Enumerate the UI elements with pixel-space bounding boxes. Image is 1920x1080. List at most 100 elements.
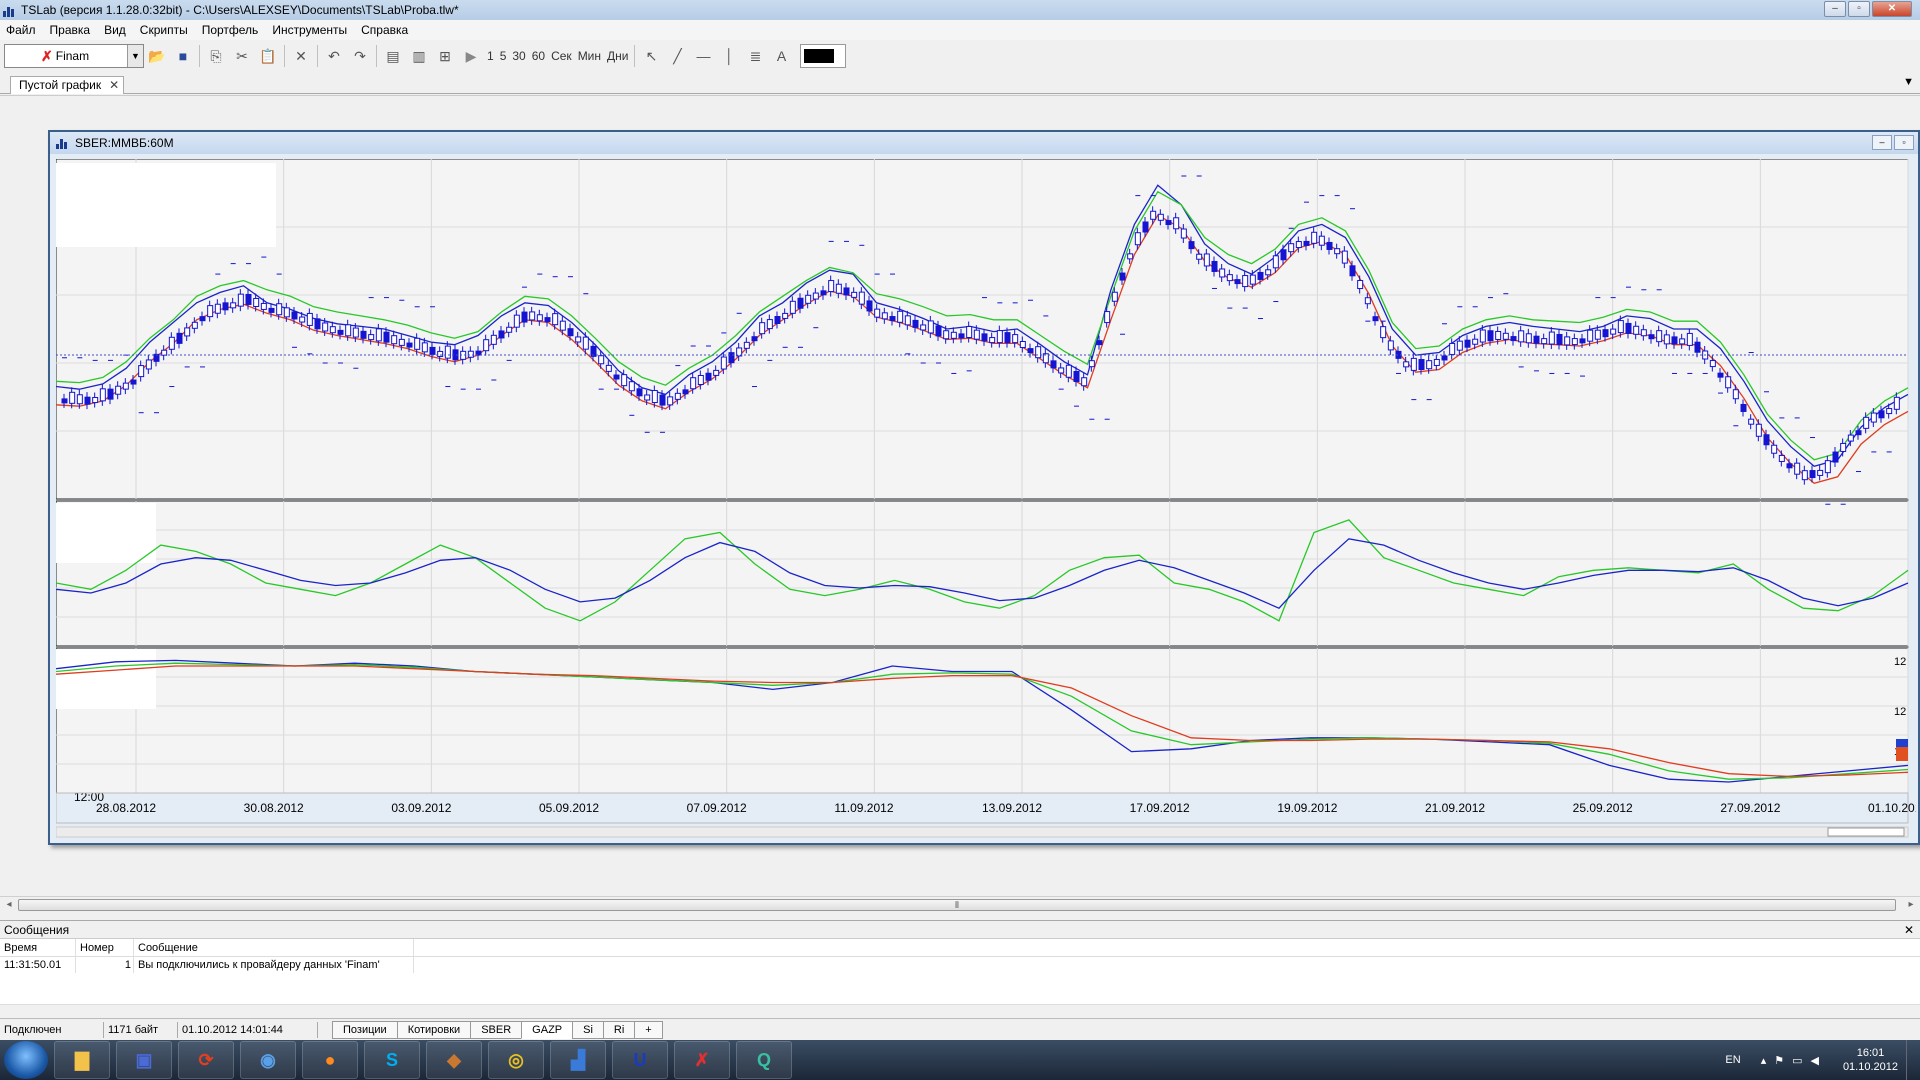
interval-30[interactable]: 30: [512, 49, 525, 63]
tab-sber[interactable]: SBER: [470, 1020, 523, 1039]
show-desktop-button[interactable]: [1906, 1040, 1920, 1080]
menu-portfolio[interactable]: Портфель: [202, 23, 259, 37]
app-icon[interactable]: ◆: [426, 1041, 482, 1079]
paste-icon[interactable]: 📋: [257, 45, 279, 67]
close-icon[interactable]: ✕: [109, 77, 119, 93]
scrollbar-thumb[interactable]: ⦀: [18, 899, 1896, 911]
column-message[interactable]: Сообщение: [134, 939, 414, 956]
interval-60[interactable]: 60: [532, 49, 545, 63]
interval-1[interactable]: 1: [487, 49, 494, 63]
candle: [705, 372, 712, 381]
candle: [1893, 396, 1900, 410]
network-icon[interactable]: ◉: [240, 1041, 296, 1079]
chart-window-titlebar[interactable]: SBER:ММВБ:60M – ▫: [50, 132, 1918, 154]
chrome-icon[interactable]: ◎: [488, 1041, 544, 1079]
column-number[interactable]: Номер: [76, 939, 134, 956]
messages-scrollbar[interactable]: [0, 1004, 1920, 1018]
candle: [1556, 333, 1563, 345]
menu-edit[interactable]: Правка: [50, 23, 91, 37]
menu-file[interactable]: Файл: [6, 23, 36, 37]
tray-icons[interactable]: ▴⚑▭◀: [1761, 1054, 1827, 1067]
q-app-icon[interactable]: Q: [736, 1041, 792, 1079]
candle: [621, 374, 628, 387]
maximize-button[interactable]: ▫: [1894, 135, 1914, 150]
delete-icon[interactable]: ✕: [290, 45, 312, 67]
tab-ri[interactable]: Ri: [602, 1020, 636, 1039]
menu-scripts[interactable]: Скрипты: [140, 23, 188, 37]
start-button[interactable]: [4, 1041, 48, 1079]
tab-positions[interactable]: Позиции: [332, 1020, 398, 1039]
close-button[interactable]: ✕: [1872, 1, 1912, 17]
cursor-icon[interactable]: ↖: [640, 45, 662, 67]
minimize-button[interactable]: –: [1824, 1, 1846, 17]
vertical-line-icon[interactable]: │: [718, 45, 740, 67]
undo-icon[interactable]: ↶: [323, 45, 345, 67]
candle: [820, 290, 827, 296]
redo-icon[interactable]: ↷: [349, 45, 371, 67]
clock[interactable]: 16:01 01.10.2012: [1843, 1046, 1898, 1074]
provider-select[interactable]: ✗ Finam ▼: [4, 44, 144, 68]
properties-icon[interactable]: ▤: [382, 45, 404, 67]
tab-quotes[interactable]: Котировки: [396, 1020, 472, 1039]
fibonacci-icon[interactable]: ≣: [744, 45, 766, 67]
tab-empty-chart[interactable]: Пустой график ✕: [10, 76, 125, 94]
chart-window[interactable]: SBER:ММВБ:60M – ▫ 28.08.2012 30.08.2012 03…: [48, 130, 1920, 845]
interval-5[interactable]: 5: [500, 49, 507, 63]
scroll-left-icon[interactable]: ◂: [2, 898, 16, 912]
chevron-down-icon[interactable]: ▼: [127, 45, 143, 67]
text-icon[interactable]: A: [770, 45, 792, 67]
open-folder-icon[interactable]: 📂: [146, 45, 168, 67]
tslab-icon[interactable]: ▟: [550, 1041, 606, 1079]
save-icon[interactable]: ■: [172, 45, 194, 67]
unit-minutes[interactable]: Мин: [578, 49, 601, 63]
horizontal-scrollbar[interactable]: ◂ ⦀ ▸: [0, 896, 1920, 912]
color-picker[interactable]: [800, 44, 847, 68]
explorer-icon[interactable]: ▇: [54, 1041, 110, 1079]
layout-icon[interactable]: ⊞: [434, 45, 456, 67]
play-icon[interactable]: ▶: [460, 45, 482, 67]
cut-icon[interactable]: ✂: [231, 45, 253, 67]
chart-type-icon[interactable]: ▥: [408, 45, 430, 67]
unit-seconds[interactable]: Сек: [551, 49, 572, 63]
clock-date: 01.10.2012: [1842, 1061, 1898, 1073]
minimize-button[interactable]: –: [1872, 135, 1892, 150]
candle: [1640, 329, 1647, 337]
chevron-down-icon[interactable]: ▼: [1903, 76, 1914, 88]
trendline-icon[interactable]: ╱: [666, 45, 688, 67]
candle: [544, 317, 551, 323]
refresh-icon[interactable]: ⟳: [178, 1041, 234, 1079]
skype-icon[interactable]: S: [364, 1041, 420, 1079]
finam-app-icon[interactable]: ✗: [674, 1041, 730, 1079]
x-tick-label: 21.09.2012: [1425, 801, 1485, 815]
maximize-button[interactable]: ▫: [1848, 1, 1870, 17]
table-row[interactable]: 11:31:50.01 1 Вы подключились к провайде…: [0, 957, 1920, 973]
tab-si[interactable]: Si: [572, 1020, 604, 1039]
candle: [406, 342, 413, 348]
candle: [536, 314, 543, 322]
candle: [1510, 336, 1517, 342]
horizontal-line-icon[interactable]: —: [692, 45, 714, 67]
candle: [973, 329, 980, 340]
tab-label: Пустой график: [19, 78, 102, 92]
tab-gazp[interactable]: GAZP: [521, 1020, 574, 1039]
firefox-icon[interactable]: ●: [302, 1041, 358, 1079]
candle: [1725, 376, 1732, 389]
close-icon[interactable]: ✕: [1904, 921, 1914, 939]
copy-icon[interactable]: ⎘: [205, 45, 227, 67]
add-tab-button[interactable]: +: [634, 1020, 663, 1039]
price-chart[interactable]: 28.08.2012 30.08.2012 03.09.2012 05.09.2012…: [56, 159, 1916, 839]
candle: [1786, 463, 1793, 469]
candle: [1495, 330, 1502, 340]
unit-days[interactable]: Дни: [607, 49, 628, 63]
scroll-right-icon[interactable]: ▸: [1904, 898, 1918, 912]
menu-view[interactable]: Вид: [104, 23, 126, 37]
candle: [989, 337, 996, 344]
candle: [1717, 372, 1724, 378]
floppy-icon[interactable]: ▣: [116, 1041, 172, 1079]
candle: [1242, 275, 1249, 288]
column-time[interactable]: Время: [0, 939, 76, 956]
u-app-icon[interactable]: U: [612, 1041, 668, 1079]
language-indicator[interactable]: EN: [1725, 1054, 1740, 1066]
menu-help[interactable]: Справка: [361, 23, 408, 37]
menu-tools[interactable]: Инструменты: [272, 23, 347, 37]
